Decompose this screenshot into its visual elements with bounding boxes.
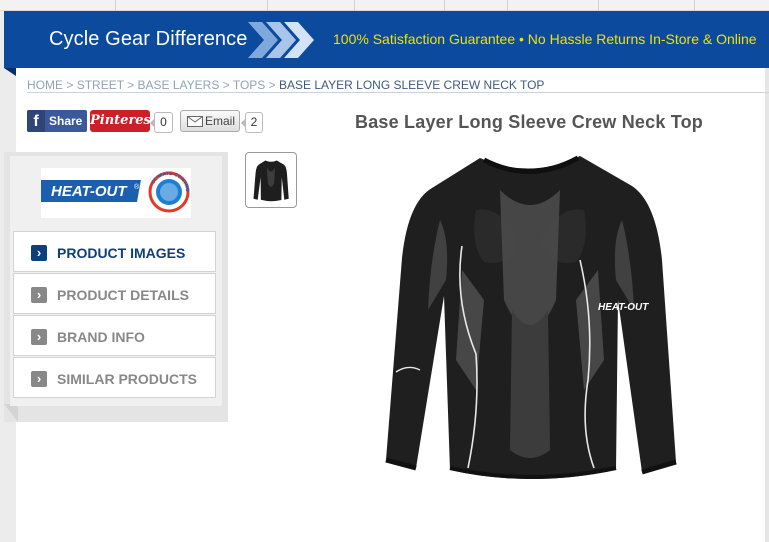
top-nav-divider (507, 0, 508, 11)
chevron-right-icon: › (31, 287, 47, 303)
page: Cycle Gear Difference 100% Satisfaction … (0, 0, 769, 542)
breadcrumb-street[interactable]: STREET (77, 78, 124, 92)
chevron-right-icon: › (31, 371, 47, 387)
product-main-image[interactable]: HEAT-OUT (380, 150, 680, 490)
breadcrumb-separator: > (66, 78, 74, 92)
tab-product-details[interactable]: › PRODUCT DETAILS (13, 273, 216, 314)
chevrons-icon (248, 22, 314, 58)
email-label: Email (205, 114, 236, 128)
tab-similar-products[interactable]: › SIMILAR PRODUCTS (13, 357, 216, 398)
envelope-icon (187, 116, 203, 127)
facebook-icon: f (27, 110, 45, 132)
breadcrumb-separator: > (268, 78, 276, 92)
top-nav-divider (444, 0, 445, 11)
registered-mark: ® (134, 183, 140, 191)
banner-promo-text: 100% Satisfaction Guarantee • No Hassle … (333, 31, 757, 47)
email-count: 2 (241, 112, 263, 133)
top-nav-divider (115, 0, 116, 11)
breadcrumb-current: BASE LAYER LONG SLEEVE CREW NECK TOP (279, 78, 545, 92)
breadcrumb-tops[interactable]: TOPS (233, 78, 265, 92)
breadcrumb: HOME > STREET > BASE LAYERS > TOPS > BAS… (27, 78, 544, 92)
banner-fold (4, 68, 16, 76)
chevron-right-icon: › (31, 329, 47, 345)
shirt-thumbnail-image (253, 160, 289, 202)
pinterest-button[interactable]: Pinterest (90, 110, 157, 132)
brand-wordmark: HEAT-OUT (51, 183, 128, 200)
tab-label: PRODUCT DETAILS (57, 287, 189, 303)
breadcrumb-divider (27, 92, 769, 93)
product-title: Base Layer Long Sleeve Crew Neck Top (355, 112, 703, 132)
email-button[interactable]: Email (180, 110, 240, 132)
top-nav-divider (598, 0, 599, 11)
top-nav-divider (694, 0, 695, 11)
top-nav-strip (0, 0, 769, 11)
heat-out-brand-logo[interactable]: HEAT-OUT ® CLIMATE CONTROL (41, 168, 191, 218)
breadcrumb-home[interactable]: HOME (27, 78, 63, 92)
breadcrumb-separator: > (127, 78, 135, 92)
chevron-right-icon: › (31, 245, 47, 261)
facebook-share-label: Share (49, 114, 83, 128)
tab-brand-info[interactable]: › BRAND INFO (13, 315, 216, 356)
pinterest-count: 0 (150, 112, 173, 133)
facebook-share-button[interactable]: f Share (27, 110, 87, 132)
breadcrumb-separator: > (222, 78, 230, 92)
top-nav-divider (267, 0, 268, 11)
top-nav-divider (354, 0, 355, 11)
sleeve-logo-text: HEAT-OUT (598, 302, 649, 313)
tab-label: BRAND INFO (57, 329, 145, 345)
product-thumbnail[interactable] (245, 152, 297, 208)
panel-fold (4, 404, 18, 422)
right-gutter (765, 0, 769, 542)
banner-title: Cycle Gear Difference (49, 28, 248, 50)
breadcrumb-base-layers[interactable]: BASE LAYERS (138, 78, 220, 92)
tab-label: SIMILAR PRODUCTS (57, 371, 197, 387)
tab-product-images[interactable]: › PRODUCT IMAGES (13, 231, 216, 272)
tab-label: PRODUCT IMAGES (57, 245, 186, 261)
